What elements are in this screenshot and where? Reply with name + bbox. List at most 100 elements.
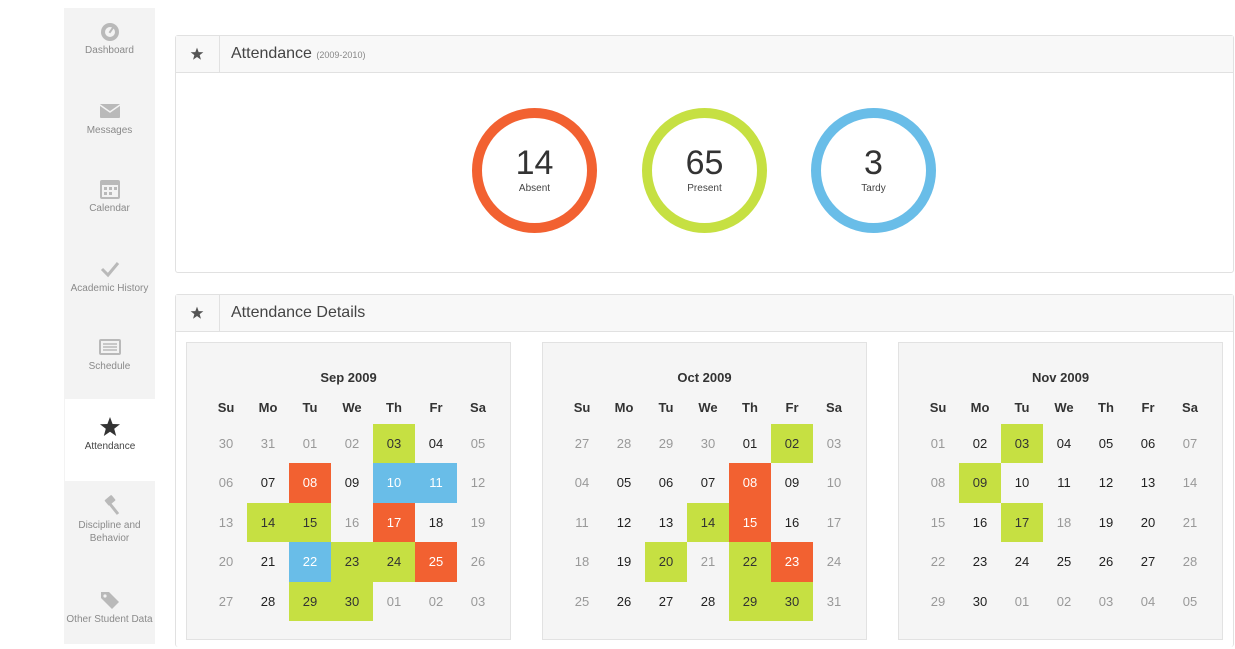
favorite-button[interactable] <box>176 36 220 72</box>
calendar-day-tardy[interactable]: 22 <box>289 542 331 582</box>
calendar-day[interactable]: 24 <box>1001 542 1043 581</box>
calendar-day[interactable]: 02 <box>331 424 373 463</box>
calendar-day[interactable]: 31 <box>247 424 289 463</box>
calendar-day[interactable]: 04 <box>415 424 457 463</box>
calendar-day[interactable]: 12 <box>457 463 499 502</box>
calendar-day[interactable]: 20 <box>205 542 247 581</box>
calendar-day-absent[interactable]: 17 <box>373 502 415 543</box>
calendar-day-present[interactable]: 24 <box>373 542 415 582</box>
calendar-day[interactable]: 27 <box>1127 542 1169 581</box>
calendar-day[interactable]: 26 <box>1085 542 1127 581</box>
calendar-day[interactable]: 14 <box>1169 463 1211 502</box>
calendar-day[interactable]: 19 <box>457 503 499 542</box>
favorite-button[interactable] <box>176 295 220 331</box>
calendar-day[interactable]: 07 <box>687 463 729 502</box>
calendar-day[interactable]: 21 <box>247 542 289 581</box>
sidebar-item-attendance[interactable]: Attendance <box>65 399 155 481</box>
calendar-day-present[interactable]: 02 <box>771 424 813 464</box>
calendar-day[interactable]: 02 <box>959 424 1001 463</box>
calendar-day[interactable]: 06 <box>205 463 247 502</box>
calendar-day[interactable]: 31 <box>813 582 855 621</box>
calendar-day[interactable]: 10 <box>813 463 855 502</box>
sidebar-item-other-student-data[interactable]: Other Student Data <box>64 589 155 649</box>
calendar-day-present[interactable]: 23 <box>331 542 373 582</box>
sidebar-item-academic-history[interactable]: Academic History <box>64 258 155 318</box>
calendar-day[interactable]: 30 <box>687 424 729 463</box>
calendar-day[interactable]: 12 <box>603 503 645 542</box>
calendar-day-present[interactable]: 03 <box>373 424 415 464</box>
calendar-day[interactable]: 01 <box>729 424 771 463</box>
sidebar-item-dashboard[interactable]: Dashboard <box>64 20 155 80</box>
calendar-day-present[interactable]: 30 <box>331 581 373 621</box>
calendar-day-present[interactable]: 17 <box>1001 502 1043 543</box>
calendar-day[interactable]: 26 <box>457 542 499 581</box>
calendar-day[interactable]: 02 <box>415 582 457 621</box>
calendar-day-present[interactable]: 14 <box>687 502 729 543</box>
calendar-day[interactable]: 15 <box>917 503 959 542</box>
calendar-day-tardy[interactable]: 10 <box>373 463 415 503</box>
calendar-day-present[interactable]: 29 <box>729 581 771 621</box>
calendar-day[interactable]: 01 <box>917 424 959 463</box>
calendar-day[interactable]: 07 <box>1169 424 1211 463</box>
calendar-day[interactable]: 18 <box>415 503 457 542</box>
calendar-day[interactable]: 09 <box>331 463 373 502</box>
calendar-day[interactable]: 02 <box>1043 582 1085 621</box>
calendar-day[interactable]: 07 <box>247 463 289 502</box>
calendar-day[interactable]: 20 <box>1127 503 1169 542</box>
calendar-day[interactable]: 29 <box>645 424 687 463</box>
calendar-day[interactable]: 19 <box>1085 503 1127 542</box>
calendar-day[interactable]: 24 <box>813 542 855 581</box>
calendar-day[interactable]: 30 <box>959 582 1001 621</box>
calendar-day[interactable]: 11 <box>561 503 603 542</box>
calendar-day[interactable]: 16 <box>959 503 1001 542</box>
calendar-day[interactable]: 25 <box>1043 542 1085 581</box>
calendar-day[interactable]: 04 <box>1127 582 1169 621</box>
calendar-day[interactable]: 16 <box>771 503 813 542</box>
calendar-day[interactable]: 13 <box>645 503 687 542</box>
calendar-day[interactable]: 18 <box>561 542 603 581</box>
calendar-day[interactable]: 22 <box>917 542 959 581</box>
calendar-day[interactable]: 03 <box>813 424 855 463</box>
calendar-day[interactable]: 05 <box>457 424 499 463</box>
sidebar-item-discipline[interactable]: Discipline and Behavior <box>64 495 155 555</box>
calendar-day[interactable]: 06 <box>645 463 687 502</box>
calendar-day[interactable]: 30 <box>205 424 247 463</box>
calendar-day[interactable]: 10 <box>1001 463 1043 502</box>
calendar-day[interactable]: 25 <box>561 582 603 621</box>
calendar-day-absent[interactable]: 08 <box>729 463 771 503</box>
calendar-day[interactable]: 28 <box>603 424 645 463</box>
calendar-day[interactable]: 09 <box>771 463 813 502</box>
calendar-day-present[interactable]: 14 <box>247 502 289 543</box>
calendar-day[interactable]: 21 <box>1169 503 1211 542</box>
calendar-day[interactable]: 27 <box>645 582 687 621</box>
calendar-day[interactable]: 04 <box>561 463 603 502</box>
calendar-day[interactable]: 05 <box>1169 582 1211 621</box>
calendar-day[interactable]: 23 <box>959 542 1001 581</box>
calendar-day[interactable]: 27 <box>561 424 603 463</box>
calendar-day[interactable]: 01 <box>373 582 415 621</box>
calendar-day[interactable]: 26 <box>603 582 645 621</box>
calendar-day-absent[interactable]: 08 <box>289 463 331 503</box>
calendar-day-absent[interactable]: 25 <box>415 542 457 582</box>
calendar-day[interactable]: 13 <box>1127 463 1169 502</box>
calendar-day[interactable]: 28 <box>247 582 289 621</box>
sidebar-item-messages[interactable]: Messages <box>64 100 155 160</box>
calendar-day-present[interactable]: 20 <box>645 542 687 582</box>
calendar-day-absent[interactable]: 23 <box>771 542 813 582</box>
sidebar-item-calendar[interactable]: Calendar <box>64 178 155 238</box>
calendar-day[interactable]: 05 <box>1085 424 1127 463</box>
calendar-day[interactable]: 28 <box>687 582 729 621</box>
calendar-day[interactable]: 17 <box>813 503 855 542</box>
calendar-day-present[interactable]: 09 <box>959 463 1001 503</box>
calendar-day[interactable]: 04 <box>1043 424 1085 463</box>
calendar-day-present[interactable]: 03 <box>1001 424 1043 464</box>
calendar-day[interactable]: 12 <box>1085 463 1127 502</box>
calendar-day[interactable]: 29 <box>917 582 959 621</box>
calendar-day-present[interactable]: 29 <box>289 581 331 621</box>
calendar-day[interactable]: 08 <box>917 463 959 502</box>
calendar-day[interactable]: 27 <box>205 582 247 621</box>
calendar-day[interactable]: 21 <box>687 542 729 581</box>
calendar-day[interactable]: 11 <box>1043 463 1085 502</box>
calendar-day[interactable]: 05 <box>603 463 645 502</box>
calendar-day[interactable]: 03 <box>457 582 499 621</box>
